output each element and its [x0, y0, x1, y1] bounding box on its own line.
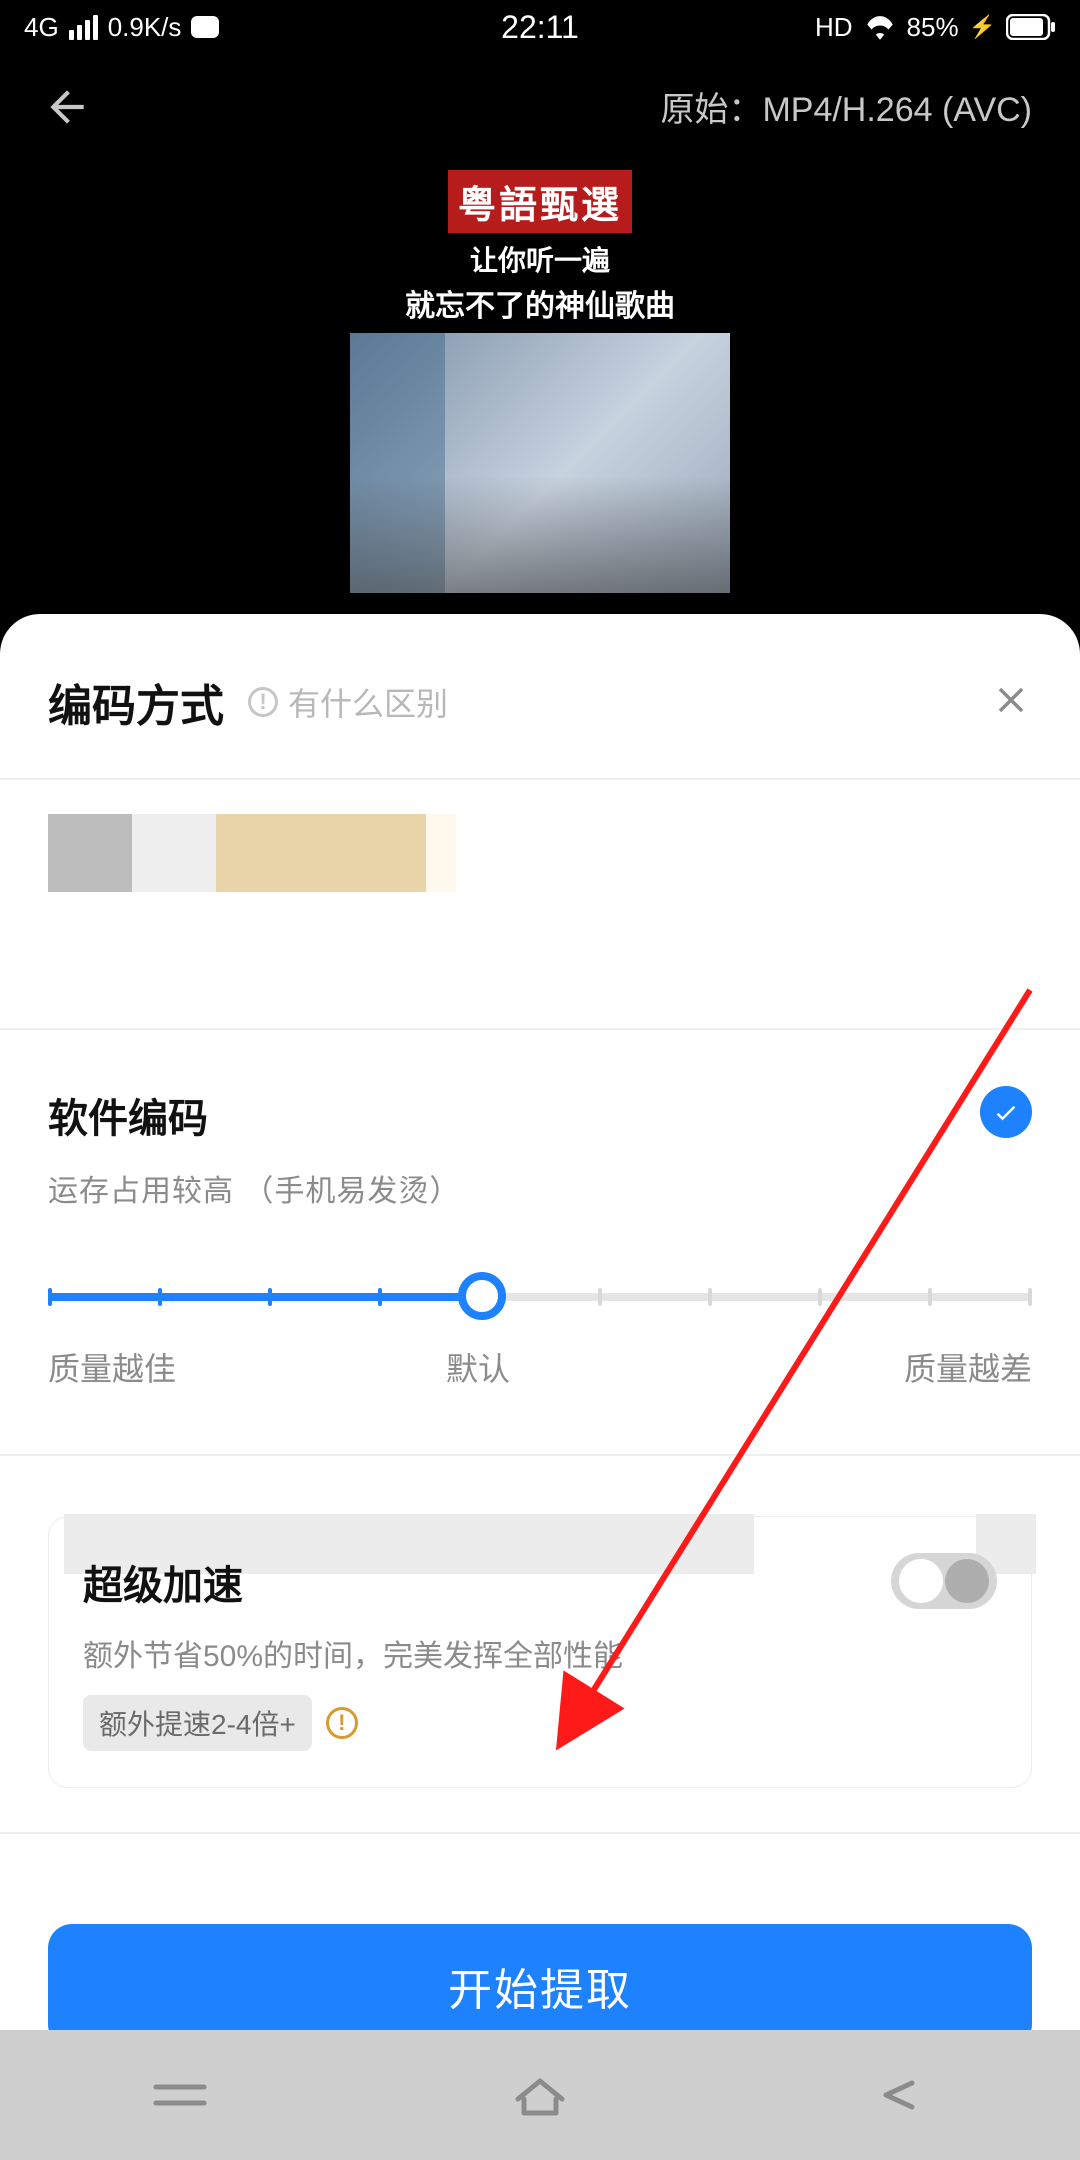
- sync-icon: [191, 16, 219, 38]
- signal-icon: [69, 15, 98, 40]
- hd-label: HD: [815, 12, 853, 43]
- accel-desc: 额外节省50%的时间，完美发挥全部性能: [83, 1631, 997, 1675]
- back-button[interactable]: [42, 82, 92, 132]
- wifi-icon: [863, 14, 897, 40]
- slider-label-default: 默认: [446, 1344, 510, 1390]
- status-bar: 4G 0.9K/s 22:11 HD 85% ⚡: [0, 0, 1080, 54]
- thumbnail-image: [350, 333, 730, 593]
- slider-label-best: 质量越佳: [48, 1344, 176, 1390]
- thumbnail-line2: 就忘不了的神仙歌曲: [350, 281, 730, 325]
- warn-icon[interactable]: !: [326, 1707, 358, 1739]
- help-link[interactable]: ! 有什么区别: [248, 679, 448, 725]
- thumbnail-banner-title: 粤語甄選: [448, 170, 632, 233]
- software-encode-option[interactable]: 软件编码 运存占用较高 （手机易发烫）: [0, 1030, 1080, 1234]
- super-accel-card: 超级加速 额外节省50%的时间，完美发挥全部性能 额外提速2-4倍+ !: [48, 1516, 1032, 1788]
- video-preview-area: 原始：MP4/H.264 (AVC) 粤語甄選 让你听一遍 就忘不了的神仙歌曲: [0, 54, 1080, 614]
- thumbnail-line1: 让你听一遍: [350, 239, 730, 279]
- network-type-label: 4G: [24, 12, 59, 43]
- nav-recent-button[interactable]: [148, 2075, 212, 2115]
- accel-tag: 额外提速2-4倍+: [83, 1695, 312, 1751]
- battery-icon: [1006, 14, 1056, 40]
- sheet-title: 编码方式: [48, 670, 224, 734]
- accel-toggle[interactable]: [891, 1553, 997, 1609]
- system-nav-bar: [0, 2030, 1080, 2160]
- battery-pct-label: 85%: [907, 12, 959, 43]
- encoder-tabs-row[interactable]: [0, 780, 1080, 940]
- info-icon: !: [248, 687, 278, 717]
- close-button[interactable]: [990, 679, 1032, 726]
- slider-knob[interactable]: [458, 1272, 506, 1320]
- source-format-label: 原始：MP4/H.264 (AVC): [660, 82, 1032, 131]
- video-thumbnail[interactable]: 粤語甄選 让你听一遍 就忘不了的神仙歌曲: [350, 170, 730, 560]
- option-title: 软件编码: [48, 1086, 1032, 1144]
- encode-sheet: 编码方式 ! 有什么区别 软件编码 运存占用较高 （手机易发烫）: [0, 614, 1080, 2160]
- clock-label: 22:11: [501, 9, 579, 46]
- quality-slider[interactable]: 质量越佳 默认 质量越差: [0, 1234, 1080, 1410]
- net-speed-label: 0.9K/s: [108, 12, 182, 43]
- selected-check-icon: [980, 1086, 1032, 1138]
- nav-back-button[interactable]: [868, 2075, 932, 2115]
- nav-home-button[interactable]: [508, 2073, 572, 2117]
- option-desc: 运存占用较高 （手机易发烫）: [48, 1166, 1032, 1210]
- charging-icon: ⚡: [969, 14, 996, 40]
- slider-label-worst: 质量越差: [904, 1344, 1032, 1390]
- accel-title: 超级加速: [83, 1553, 997, 1611]
